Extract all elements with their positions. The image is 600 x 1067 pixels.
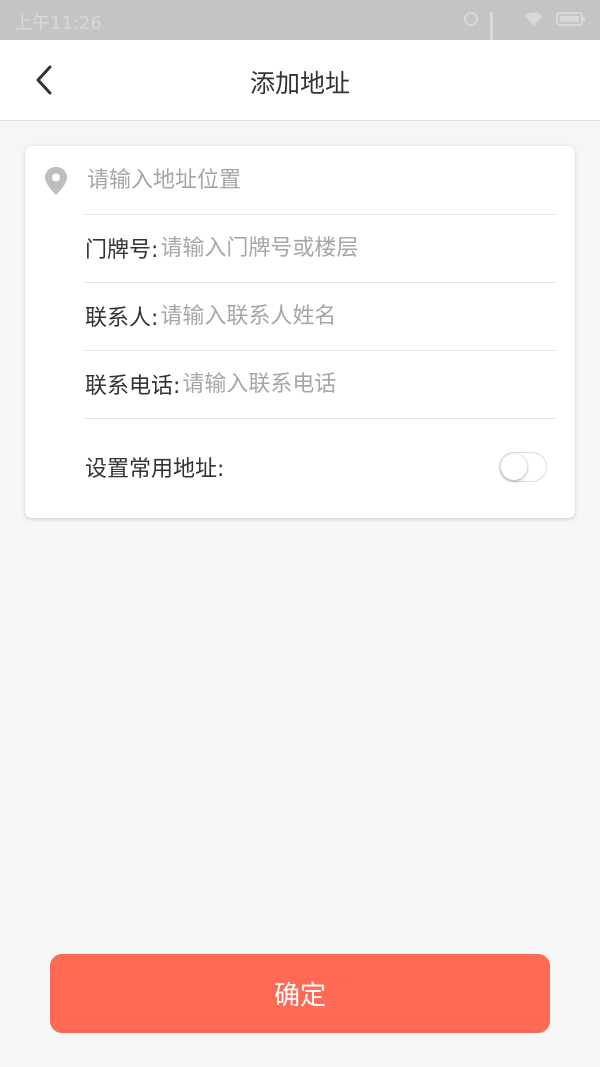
phone-input[interactable] xyxy=(182,371,555,397)
default-address-row: 设置常用地址: xyxy=(85,433,555,501)
status-icons xyxy=(464,11,586,46)
status-bar: 上午11:26 xyxy=(0,0,600,46)
contact-input[interactable] xyxy=(160,303,555,329)
confirm-button[interactable]: 确定 xyxy=(50,954,550,1033)
location-pin-icon xyxy=(45,167,67,195)
wifi-icon xyxy=(524,11,544,27)
address-form-card: 门牌号: 联系人: 联系电话: 设置常用地址: xyxy=(25,146,575,518)
signal-icon xyxy=(490,12,512,46)
door-number-label: 门牌号: xyxy=(85,238,159,263)
door-number-row: 门牌号: xyxy=(85,214,555,283)
default-address-label: 设置常用地址: xyxy=(85,457,225,482)
phone-row: 联系电话: xyxy=(85,350,555,419)
contact-row: 联系人: xyxy=(85,282,555,351)
phone-label: 联系电话: xyxy=(85,374,181,399)
header-bar: 添加地址 xyxy=(0,40,600,121)
status-time: 上午11:26 xyxy=(14,13,102,34)
door-number-input[interactable] xyxy=(160,235,555,261)
toggle-knob xyxy=(501,454,527,480)
contact-label: 联系人: xyxy=(85,306,159,331)
address-input[interactable] xyxy=(87,167,555,193)
alarm-icon xyxy=(464,12,478,26)
battery-icon xyxy=(556,11,586,27)
address-row xyxy=(85,146,555,215)
default-address-toggle[interactable] xyxy=(499,452,547,482)
page-title: 添加地址 xyxy=(249,69,350,98)
